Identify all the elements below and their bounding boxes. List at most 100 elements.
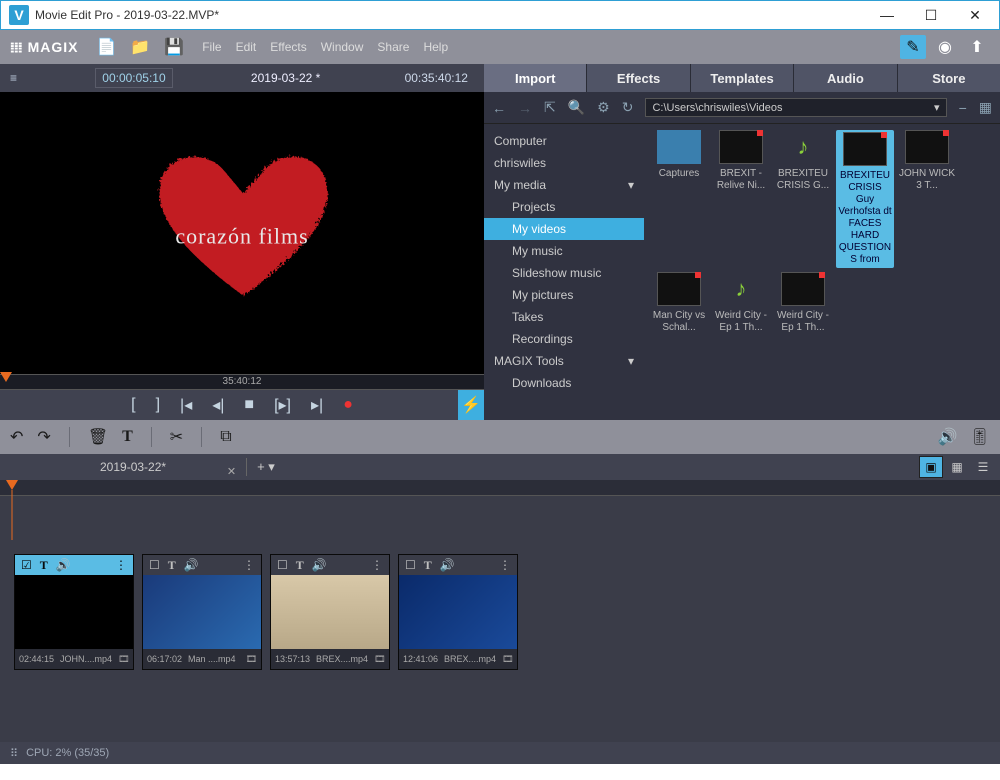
save-icon[interactable]: 💾: [164, 37, 184, 57]
view-scene-button[interactable]: ▦: [946, 457, 968, 477]
tree-takes[interactable]: Takes: [484, 306, 644, 328]
refresh-icon[interactable]: ↻: [622, 99, 634, 116]
group-icon[interactable]: ⧉: [220, 428, 231, 446]
close-tab-icon[interactable]: ✕: [227, 465, 236, 478]
menu-edit[interactable]: Edit: [236, 40, 257, 54]
tree-projects[interactable]: Projects: [484, 196, 644, 218]
disc-author-button[interactable]: ◉: [932, 35, 958, 59]
more-icon[interactable]: ⋮: [371, 558, 383, 572]
title-icon[interactable]: T: [296, 558, 304, 573]
quick-start-icon[interactable]: ⚡: [458, 390, 484, 420]
timeline-ruler[interactable]: [0, 480, 1000, 496]
path-dropdown[interactable]: C:\Users\chriswiles\Videos▾: [645, 98, 946, 117]
redo-icon[interactable]: ↷: [37, 427, 50, 447]
add-tab-button[interactable]: + ▾: [247, 459, 285, 475]
play-icon[interactable]: [▸]: [274, 395, 291, 415]
view-timeline-button[interactable]: ☰: [972, 457, 994, 477]
checkbox-icon[interactable]: ☐: [405, 558, 416, 572]
nav-forward-icon[interactable]: →: [518, 100, 532, 116]
goto-end-icon[interactable]: ▸|: [311, 395, 323, 415]
media-item[interactable]: Weird City - Ep 1 Th...: [774, 272, 832, 334]
tree-magix-tools[interactable]: MAGIX Tools▾: [484, 350, 644, 372]
tab-store[interactable]: Store: [898, 64, 1000, 92]
more-icon[interactable]: ⋮: [115, 558, 127, 572]
close-button[interactable]: ✕: [953, 1, 997, 30]
media-item[interactable]: Captures: [650, 130, 708, 268]
zoom-out-icon[interactable]: −: [959, 100, 967, 116]
tab-import[interactable]: Import: [484, 64, 587, 92]
tree-recordings[interactable]: Recordings: [484, 328, 644, 350]
tree-slideshow-music[interactable]: Slideshow music: [484, 262, 644, 284]
audio-icon[interactable]: 🔊: [312, 558, 327, 572]
export-button[interactable]: ⬆: [964, 35, 990, 59]
mixer-icon[interactable]: 🎚: [970, 427, 990, 447]
menu-effects[interactable]: Effects: [270, 40, 306, 54]
tree-my-pictures[interactable]: My pictures: [484, 284, 644, 306]
goto-start-icon[interactable]: |◂: [180, 395, 192, 415]
tree-my-media[interactable]: My media▾: [484, 174, 644, 196]
tab-templates[interactable]: Templates: [691, 64, 794, 92]
editor-mode-button[interactable]: ✎: [900, 35, 926, 59]
menu-share[interactable]: Share: [377, 40, 409, 54]
range-end-icon[interactable]: ]: [156, 396, 160, 414]
media-item[interactable]: BREXITEU CRISIS Guy Verhofsta dt FACES H…: [836, 130, 894, 268]
prev-frame-icon[interactable]: ◂|: [212, 395, 224, 415]
more-icon[interactable]: ⋮: [499, 558, 511, 572]
media-item[interactable]: JOHN WICK 3 T...: [898, 130, 956, 268]
title-icon[interactable]: T: [424, 558, 432, 573]
audio-icon[interactable]: 🔊: [440, 558, 455, 572]
tree-my-videos[interactable]: My videos: [484, 218, 644, 240]
tree-user[interactable]: chriswiles: [484, 152, 644, 174]
tree-computer[interactable]: Computer: [484, 130, 644, 152]
title-icon[interactable]: T: [168, 558, 176, 573]
nav-up-icon[interactable]: ⇱: [544, 99, 556, 116]
checkbox-icon[interactable]: ☐: [149, 558, 160, 572]
menu-help[interactable]: Help: [423, 40, 448, 54]
cut-icon[interactable]: ✂: [170, 427, 183, 447]
clip[interactable]: ☐T🔊⋮12:41:06BREX....mp4🎞: [398, 554, 518, 670]
title-icon[interactable]: T: [40, 558, 48, 573]
menu-window[interactable]: Window: [321, 40, 364, 54]
minimize-button[interactable]: —: [865, 1, 909, 30]
checkbox-checked-icon[interactable]: ☑: [21, 558, 32, 572]
record-icon[interactable]: ●: [343, 396, 353, 414]
open-folder-icon[interactable]: 📁: [130, 37, 150, 57]
range-start-icon[interactable]: [: [131, 396, 135, 414]
clip[interactable]: ☑T🔊⋮02:44:15JOHN....mp4🎞: [14, 554, 134, 670]
menu-file[interactable]: File: [202, 40, 221, 54]
volume-icon[interactable]: 🔊: [938, 427, 958, 447]
maximize-button[interactable]: ☐: [909, 1, 953, 30]
view-grid-icon[interactable]: ▦: [979, 99, 992, 116]
media-item[interactable]: BREXIT - Relive Ni...: [712, 130, 770, 268]
playhead-icon[interactable]: [6, 480, 18, 540]
doc-tab[interactable]: 2019-03-22* ✕: [0, 460, 246, 474]
nav-back-icon[interactable]: ←: [492, 100, 506, 116]
in-marker-icon[interactable]: [0, 372, 12, 384]
tab-effects[interactable]: Effects: [587, 64, 690, 92]
new-file-icon[interactable]: 📄: [96, 37, 116, 57]
audio-icon[interactable]: 🔊: [56, 558, 71, 572]
video-viewport[interactable]: corazón films: [0, 92, 484, 374]
media-item[interactable]: Man City vs Schal...: [650, 272, 708, 334]
media-item[interactable]: ♪BREXITEU CRISIS G...: [774, 130, 832, 268]
view-storyboard-button[interactable]: ▣: [920, 457, 942, 477]
tab-audio[interactable]: Audio: [794, 64, 897, 92]
audio-icon[interactable]: 🔊: [184, 558, 199, 572]
title-icon[interactable]: T: [122, 428, 133, 446]
hamburger-icon[interactable]: ≡: [10, 71, 17, 85]
settings-icon[interactable]: ⚙: [597, 99, 610, 116]
checkbox-icon[interactable]: ☐: [277, 558, 288, 572]
search-icon[interactable]: 🔍: [568, 99, 585, 116]
delete-icon[interactable]: 🗑: [88, 427, 108, 447]
undo-icon[interactable]: ↶: [10, 427, 23, 447]
stop-icon[interactable]: ■: [244, 396, 254, 414]
media-item[interactable]: ♪Weird City - Ep 1 Th...: [712, 272, 770, 334]
clip[interactable]: ☐T🔊⋮06:17:02Man ....mp4🎞: [142, 554, 262, 670]
tree-downloads[interactable]: Downloads: [484, 372, 644, 394]
playhead-timecode[interactable]: 00:00:05:10: [95, 68, 172, 88]
tree-my-music[interactable]: My music: [484, 240, 644, 262]
clip[interactable]: ☐T🔊⋮13:57:13BREX....mp4🎞: [270, 554, 390, 670]
preview-ruler[interactable]: 35:40:12: [0, 374, 484, 390]
timeline[interactable]: ☑T🔊⋮02:44:15JOHN....mp4🎞☐T🔊⋮06:17:02Man …: [0, 480, 1000, 742]
more-icon[interactable]: ⋮: [243, 558, 255, 572]
